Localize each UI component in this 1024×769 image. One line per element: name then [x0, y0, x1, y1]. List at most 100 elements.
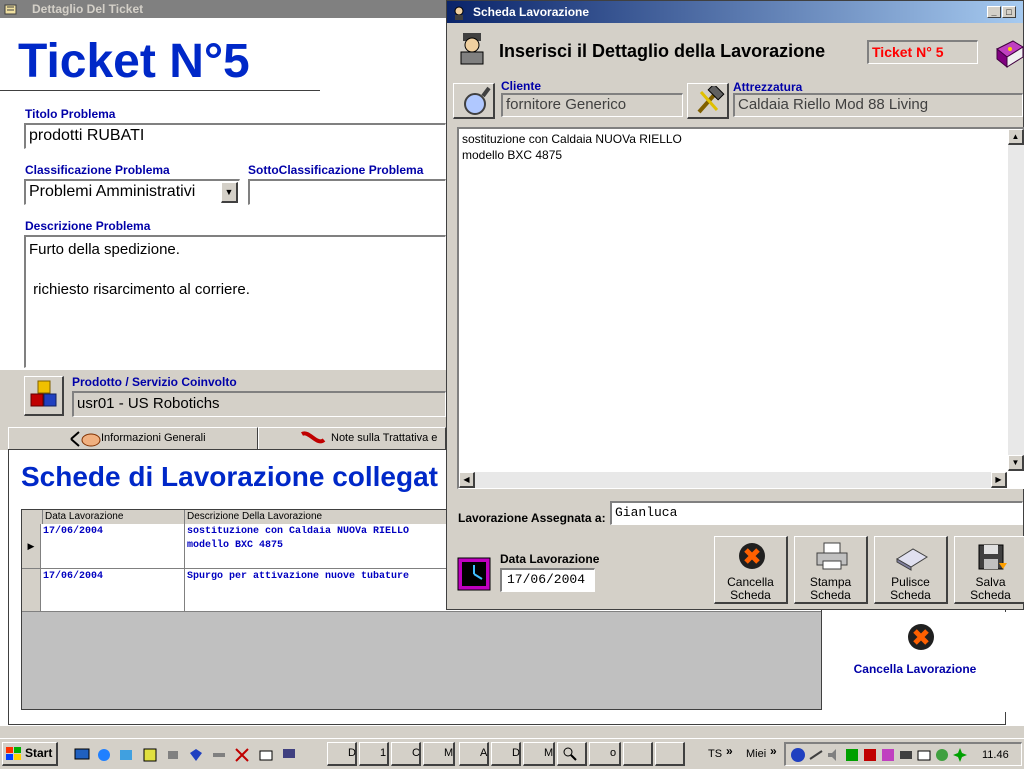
- taskbar-item-11[interactable]: [655, 742, 685, 766]
- attrezzatura-button[interactable]: [687, 83, 729, 119]
- save-disk-icon: [975, 541, 1009, 574]
- salva-scheda-button[interactable]: Salva Scheda: [954, 536, 1024, 604]
- taskbar-item-4[interactable]: M: [423, 742, 455, 766]
- clock-icon: [457, 557, 491, 594]
- tray-icon[interactable]: [808, 747, 824, 766]
- scroll-left-arrow-icon[interactable]: ◀: [459, 472, 475, 488]
- search-icon: [563, 747, 577, 764]
- scroll-up-arrow-icon[interactable]: ▲: [1008, 129, 1024, 145]
- classificazione-value: Problemi Amministrativi: [29, 183, 196, 200]
- data-lavorazione-field[interactable]: 17/06/2004: [500, 568, 595, 592]
- pulisce-scheda-line2: Scheda: [890, 588, 931, 602]
- textarea-line-2: modello BXC 4875: [462, 148, 563, 162]
- scheda-header-title: Inserisci il Dettaglio della Lavorazione: [499, 41, 826, 61]
- grid-header-data[interactable]: Data Lavorazione: [42, 510, 185, 524]
- cliente-field[interactable]: fornitore Generico: [501, 93, 683, 117]
- ts-label[interactable]: TS: [708, 748, 722, 760]
- column-divider: [184, 569, 185, 611]
- tray-icon[interactable]: [790, 747, 806, 766]
- quicklaunch-app-icon[interactable]: [142, 747, 158, 763]
- ticket-window-titlebar[interactable]: Dettaglio Del Ticket: [0, 0, 446, 18]
- app-icon: [4, 2, 18, 16]
- scroll-right-arrow-icon[interactable]: ▶: [991, 472, 1007, 488]
- tray-icon[interactable]: [844, 747, 860, 766]
- sottoclass-field[interactable]: [248, 179, 446, 205]
- cliente-search-button[interactable]: [453, 83, 495, 119]
- volume-icon[interactable]: [826, 747, 842, 766]
- tray-icon[interactable]: [898, 747, 914, 766]
- quicklaunch-network3-icon[interactable]: [234, 747, 250, 763]
- mail-icon[interactable]: [916, 747, 932, 766]
- vertical-scrollbar[interactable]: ▲ ▼: [1008, 129, 1024, 471]
- taskbar-item-5[interactable]: A: [459, 742, 489, 766]
- tab-informazioni-label: Informazioni Generali: [101, 432, 206, 444]
- taskbar-item-6[interactable]: D: [491, 742, 521, 766]
- tab-note-trattativa[interactable]: Note sulla Trattativa e A: [258, 427, 446, 464]
- taskbar-item-8[interactable]: [557, 742, 587, 766]
- quicklaunch-computer-icon[interactable]: [281, 747, 297, 763]
- quicklaunch-desktop-icon[interactable]: [74, 747, 90, 763]
- minimize-button[interactable]: _: [987, 6, 1001, 18]
- taskbar-item-label: 1: [380, 747, 387, 759]
- ticket-window-title: Dettaglio Del Ticket: [32, 2, 144, 16]
- tab-informazioni-generali[interactable]: Informazioni Generali: [8, 427, 258, 449]
- taskbar-item-9[interactable]: o: [589, 742, 621, 766]
- classificazione-select[interactable]: Problemi Amministrativi ▼: [24, 179, 240, 205]
- taskbar-item-label: C: [412, 747, 420, 759]
- maximize-button[interactable]: □: [1002, 6, 1016, 18]
- taskbar-item-1[interactable]: D: [327, 742, 357, 766]
- windows-logo-icon: [6, 747, 22, 767]
- tray-icon[interactable]: [880, 747, 896, 766]
- taskbar-item-label: o: [610, 747, 617, 759]
- quicklaunch-outlook-icon[interactable]: [118, 747, 134, 763]
- column-divider: [184, 524, 185, 568]
- clock-text[interactable]: 11.46: [982, 749, 1009, 761]
- quicklaunch-network-icon[interactable]: [165, 747, 181, 763]
- row-data-cell: 17/06/2004: [43, 526, 104, 537]
- lavorazione-textarea[interactable]: sostituzione con Caldaia NUOVa RIELLO mo…: [457, 127, 1024, 489]
- taskbar-item-3[interactable]: C: [391, 742, 421, 766]
- start-button[interactable]: Start: [2, 742, 58, 766]
- scheda-window-titlebar[interactable]: Scheda Lavorazione _ □: [447, 1, 1023, 23]
- scroll-down-arrow-icon[interactable]: ▼: [1008, 455, 1024, 471]
- attrezzatura-field[interactable]: Caldaia Riello Mod 88 Living: [733, 93, 1023, 117]
- taskbar-item-10[interactable]: [623, 742, 653, 766]
- titolo-field[interactable]: prodotti RUBATI: [24, 123, 446, 149]
- miei-label[interactable]: Miei: [746, 748, 766, 760]
- tray-icon[interactable]: [952, 747, 968, 766]
- magnifier-icon: [459, 86, 491, 119]
- chevron-right-icon[interactable]: »: [770, 744, 777, 758]
- titolo-label: Titolo Problema: [25, 107, 116, 121]
- quicklaunch-gem-icon[interactable]: [188, 747, 204, 763]
- prodotto-button[interactable]: [24, 376, 64, 416]
- quicklaunch-network2-icon[interactable]: [211, 747, 227, 763]
- stampa-scheda-button[interactable]: Stampa Scheda: [794, 536, 868, 604]
- tray-icon[interactable]: [934, 747, 950, 766]
- stampa-scheda-line2: Scheda: [810, 588, 851, 602]
- book-icon[interactable]: [993, 39, 1024, 72]
- row-desc-line-1: sostituzione con Caldaia NUOVa RIELLO: [187, 526, 410, 537]
- chevron-right-icon[interactable]: »: [726, 744, 733, 758]
- descrizione-textarea[interactable]: Furto della spedizione. richiesto risarc…: [24, 235, 446, 368]
- taskbar-item-2[interactable]: 1: [359, 742, 389, 766]
- pulisce-scheda-button[interactable]: Pulisce Scheda: [874, 536, 948, 604]
- taskbar-item-label: M: [544, 747, 554, 759]
- attrezzatura-label: Attrezzatura: [733, 80, 803, 94]
- cliente-label: Cliente: [501, 79, 542, 93]
- quicklaunch-mail-icon[interactable]: [258, 747, 274, 763]
- grid-header-desc[interactable]: Descrizione Della Lavorazione: [184, 510, 487, 524]
- ticket-badge: Ticket N° 5: [867, 40, 978, 64]
- tray-icon[interactable]: [862, 747, 878, 766]
- prodotto-field[interactable]: usr01 - US Robotichs: [72, 391, 446, 417]
- cancella-lavorazione-button[interactable]: Cancella Lavorazione: [824, 612, 1006, 712]
- horizontal-scrollbar[interactable]: ◀ ▶: [459, 472, 1007, 488]
- cubes-icon: [28, 379, 60, 414]
- dropdown-arrow-icon[interactable]: ▼: [221, 182, 238, 203]
- worker-icon: [455, 31, 489, 68]
- cancel-x-icon: [737, 541, 767, 574]
- cancella-scheda-button[interactable]: Cancella Scheda: [714, 536, 788, 604]
- quicklaunch-ie-icon[interactable]: [96, 747, 112, 763]
- cancella-lavorazione-label: Cancella Lavorazione: [853, 662, 977, 676]
- assegnata-field[interactable]: Gianluca: [610, 501, 1023, 525]
- taskbar-item-7[interactable]: M: [523, 742, 555, 766]
